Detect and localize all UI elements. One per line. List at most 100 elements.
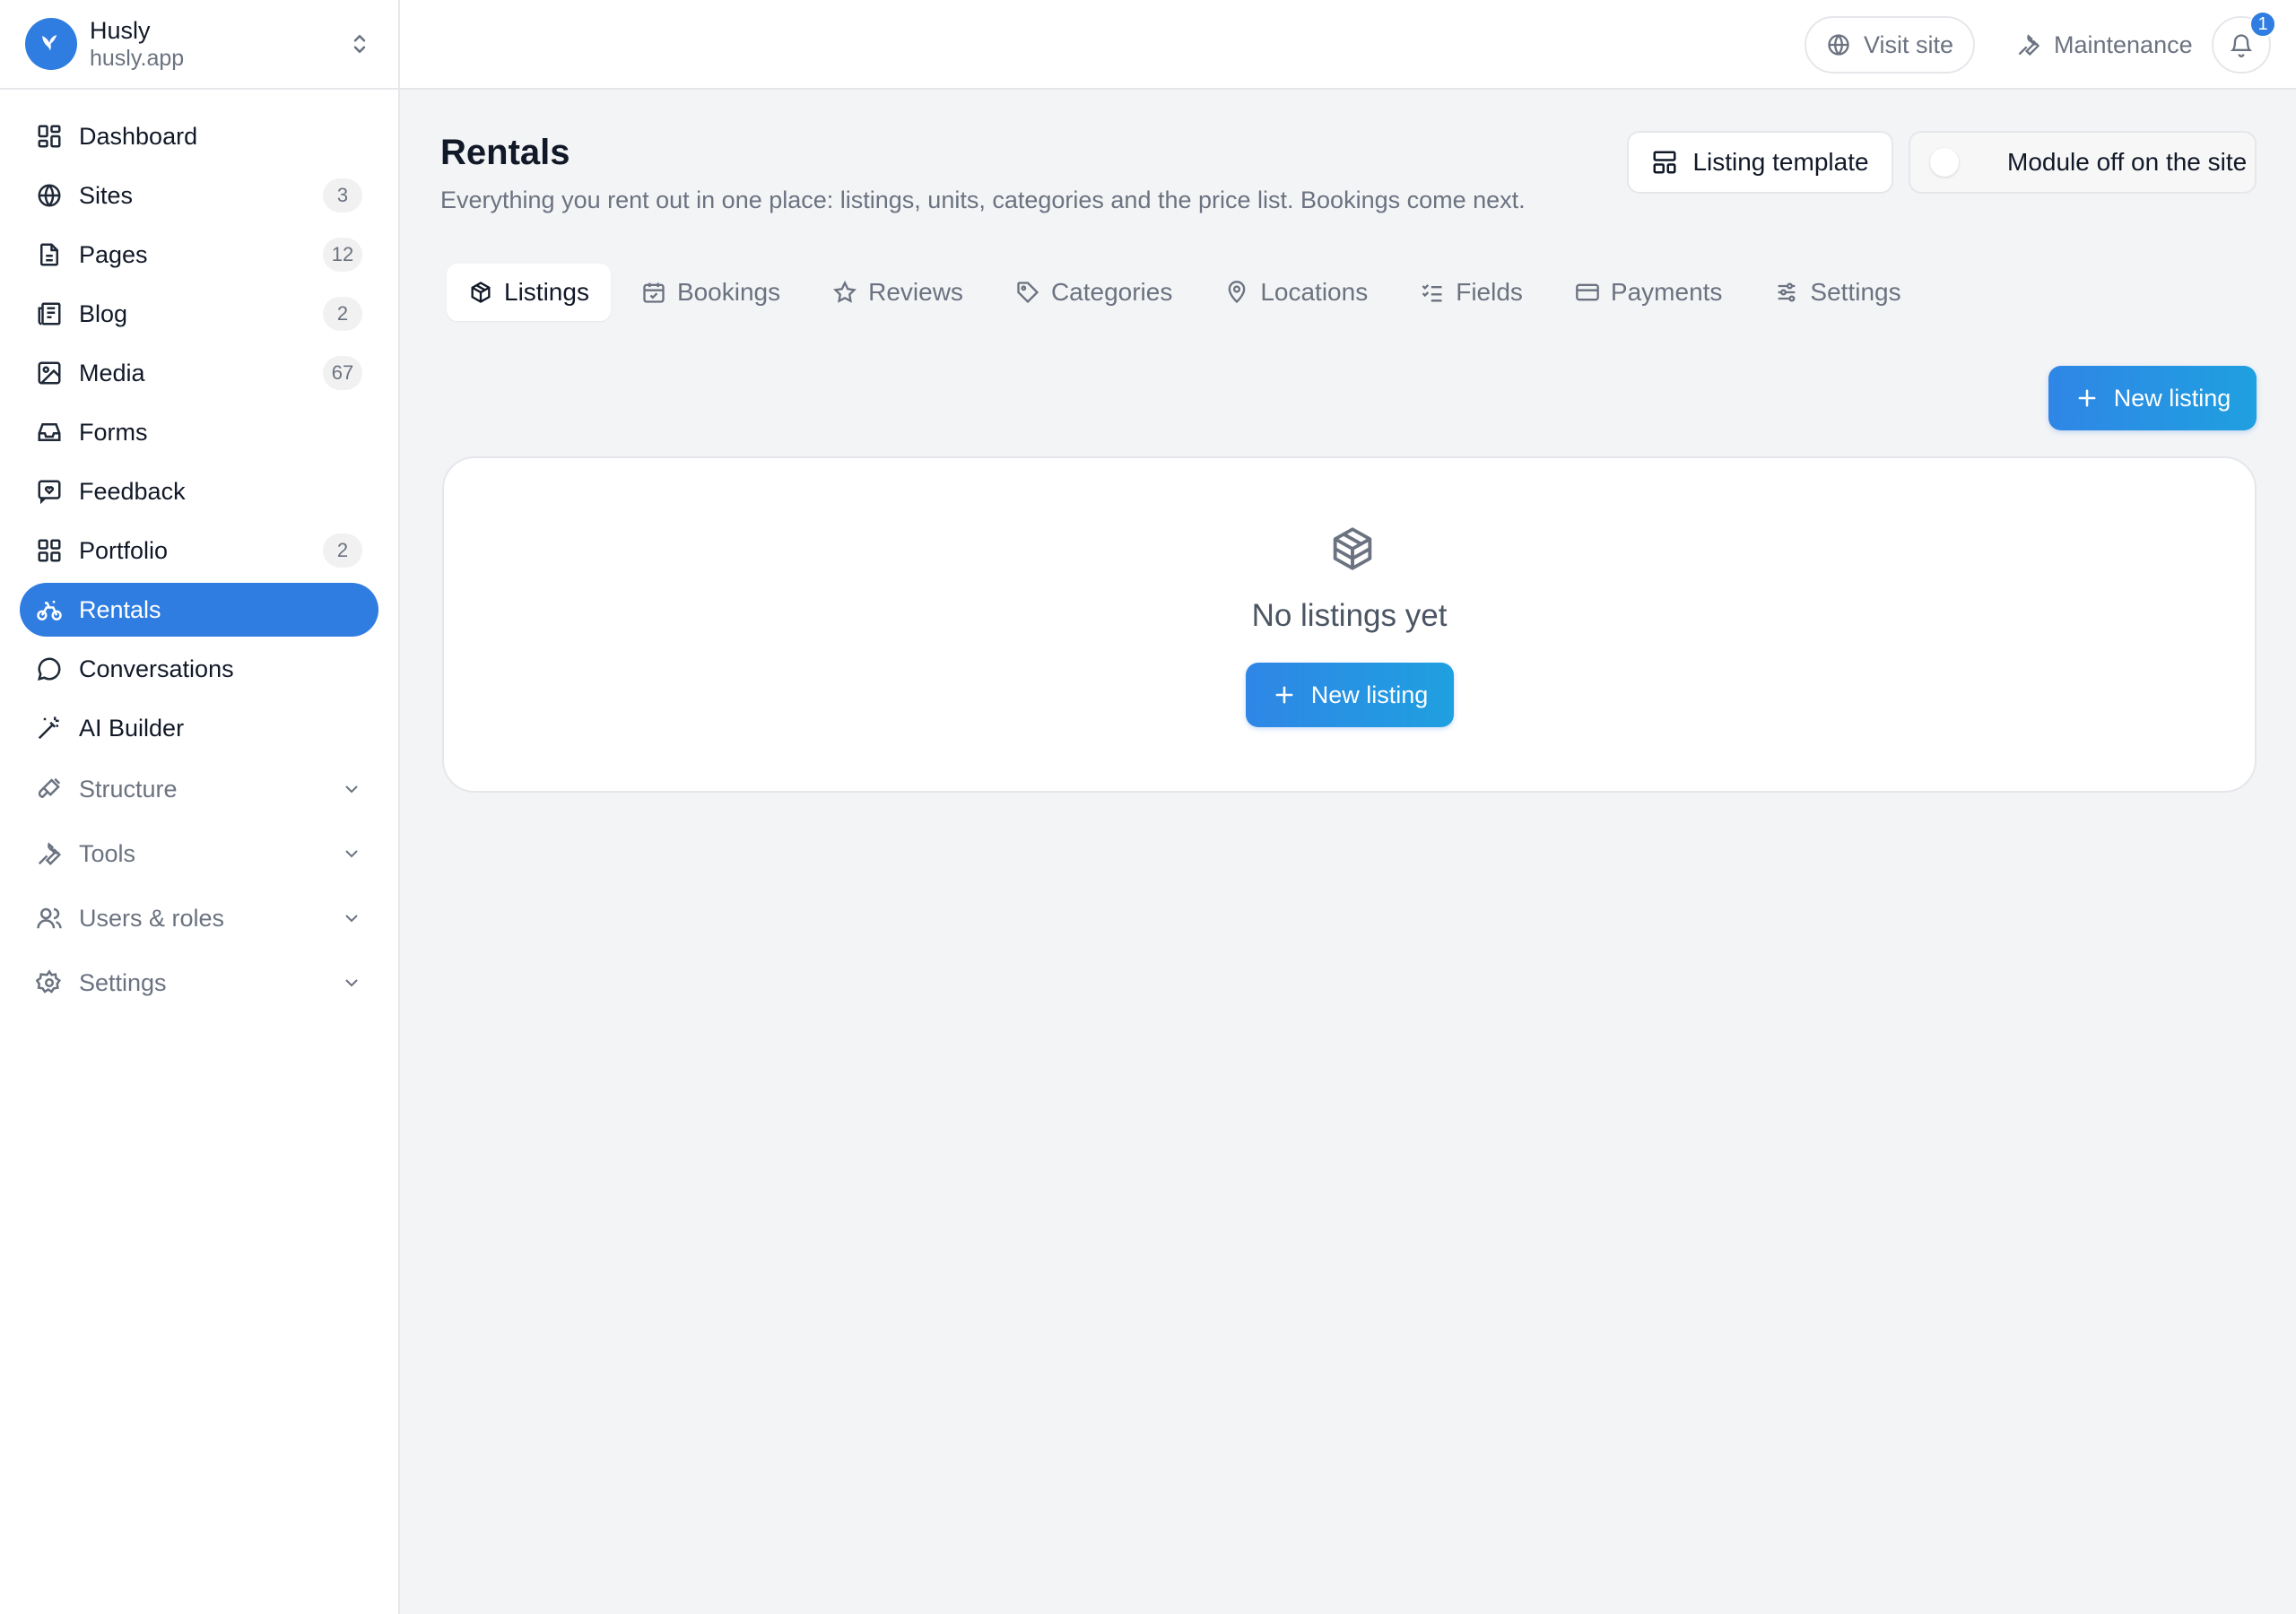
toggle-switch[interactable] — [1930, 148, 1959, 177]
chevron-down-icon — [345, 979, 358, 987]
sidebar-group-label: Structure — [79, 775, 178, 803]
sidebar-group-users-roles[interactable]: Users & roles — [20, 889, 378, 947]
module-status-label: Module off on the site — [2007, 148, 2248, 176]
visit-site-label: Visit site — [1863, 30, 1954, 58]
sidebar-item-label: Portfolio — [79, 536, 169, 564]
sidebar-item-feedback[interactable]: Feedback — [20, 464, 378, 518]
chevron-up-down-icon — [353, 35, 366, 53]
page-title: Rentals — [440, 133, 570, 172]
new-listing-empty-button[interactable]: New listing — [1246, 663, 1454, 727]
sidebar-item-label: Sites — [79, 181, 134, 209]
sidebar-item-conversations[interactable]: Conversations — [20, 642, 378, 696]
map-pin-icon — [1229, 281, 1246, 304]
sidebar-item-sites[interactable]: Sites 3 — [20, 169, 378, 222]
plus-icon — [1275, 686, 1293, 704]
notification-count-badge: 1 — [2249, 11, 2276, 38]
sidebar-item-label: Dashboard — [79, 122, 198, 150]
tab-label: Locations — [1260, 278, 1369, 306]
visit-site-button[interactable]: Visit site — [1805, 16, 1975, 74]
chevron-down-icon — [345, 915, 358, 923]
new-listing-button[interactable]: New listing — [2048, 366, 2257, 430]
page-subtitle: Everything you rent out in one place: li… — [440, 187, 1526, 213]
sidebar-item-media[interactable]: Media 67 — [20, 346, 378, 400]
tab-locations[interactable]: Locations — [1203, 264, 1389, 321]
chat-icon — [37, 657, 61, 681]
gear-icon — [36, 969, 61, 994]
inbox-icon — [38, 423, 61, 441]
sidebar-group-label: Settings — [79, 968, 167, 996]
tab-categories[interactable]: Categories — [994, 264, 1194, 321]
sidebar-item-label: Conversations — [79, 655, 234, 682]
tab-label: Fields — [1456, 278, 1523, 306]
page-icon — [40, 243, 58, 266]
tab-label: Payments — [1610, 278, 1723, 306]
credit-card-icon — [1576, 283, 1599, 301]
plus-icon — [2078, 389, 2096, 407]
sliders-icon — [1779, 282, 1796, 302]
empty-state-text: No listings yet — [1251, 598, 1448, 633]
brand-name: Husly — [90, 17, 151, 44]
new-listing-label: New listing — [1310, 681, 1429, 708]
tab-listings[interactable]: Listings — [447, 264, 611, 321]
bell-icon — [2230, 34, 2253, 57]
count-badge: 2 — [323, 297, 362, 331]
tab-fields[interactable]: Fields — [1398, 264, 1544, 321]
box-icon — [1333, 527, 1372, 570]
sidebar-item-label: AI Builder — [79, 714, 185, 742]
module-toggle[interactable]: Module off on the site — [1909, 131, 2257, 194]
sidebar-group-label: Users & roles — [79, 904, 225, 932]
new-listing-label: New listing — [2113, 384, 2231, 412]
tab-reviews[interactable]: Reviews — [811, 264, 985, 321]
listing-template-label: Listing template — [1692, 148, 1869, 176]
brand-domain: husly.app — [90, 46, 185, 71]
grid-icon — [38, 539, 61, 562]
tab-label: Settings — [1810, 278, 1901, 306]
tab-label: Bookings — [676, 278, 781, 306]
globe-icon — [38, 184, 61, 207]
listing-template-button[interactable]: Listing template — [1627, 131, 1893, 194]
sidebar-item-label: Blog — [79, 299, 128, 327]
workspace-switcher[interactable]: Husly husly.app — [0, 0, 398, 90]
sidebar-group-label: Tools — [79, 839, 136, 867]
calendar-icon — [643, 282, 665, 303]
sidebar-item-label: Pages — [79, 240, 148, 268]
tag-icon — [1017, 282, 1039, 304]
listings-empty-state: No listings yet New listing — [442, 456, 2257, 793]
sidebar-item-rentals[interactable]: Rentals — [20, 583, 378, 637]
sidebar-item-label: Rentals — [79, 595, 161, 623]
sidebar-item-pages[interactable]: Pages 12 — [20, 228, 378, 282]
sidebar-item-label: Feedback — [79, 477, 186, 505]
sidebar-item-ai-builder[interactable]: AI Builder — [20, 701, 378, 755]
dashboard-icon — [38, 125, 61, 148]
sidebar-group-structure[interactable]: Structure — [20, 760, 378, 818]
tab-settings[interactable]: Settings — [1752, 264, 1922, 321]
sidebar-group-tools[interactable]: Tools — [20, 825, 378, 882]
maintenance-button[interactable]: Maintenance — [2005, 16, 2204, 74]
magic-wand-icon — [38, 716, 59, 740]
tab-payments[interactable]: Payments — [1553, 264, 1744, 321]
tab-label: Categories — [1050, 278, 1173, 306]
sidebar: Husly husly.app Dashboard Sites 3 Pages … — [0, 0, 400, 1614]
sidebar-item-forms[interactable]: Forms — [20, 405, 378, 459]
sidebar-item-label: Forms — [79, 418, 148, 446]
tab-label: Reviews — [868, 278, 963, 306]
count-badge: 12 — [323, 238, 362, 272]
sidebar-item-dashboard[interactable]: Dashboard — [20, 109, 378, 163]
brush-icon — [38, 777, 61, 799]
brand-logo — [25, 18, 77, 70]
checklist-icon — [1422, 284, 1442, 302]
maintenance-label: Maintenance — [2054, 30, 2193, 58]
tab-label: Listings — [504, 278, 589, 306]
sidebar-item-portfolio[interactable]: Portfolio 2 — [20, 524, 378, 577]
blog-icon — [38, 302, 61, 325]
sidebar-item-label: Media — [79, 359, 145, 386]
globe-icon — [1828, 34, 1849, 56]
wrench-icon — [38, 842, 61, 866]
tab-bookings[interactable]: Bookings — [620, 264, 802, 321]
tab-bar: Listings Bookings Reviews Categories Loc… — [447, 264, 1932, 321]
sidebar-item-blog[interactable]: Blog 2 — [20, 287, 378, 341]
box-icon — [471, 282, 491, 303]
sidebar-group-settings[interactable]: Settings — [20, 954, 378, 1011]
feedback-icon — [38, 480, 61, 505]
wrench-icon — [2018, 34, 2040, 56]
